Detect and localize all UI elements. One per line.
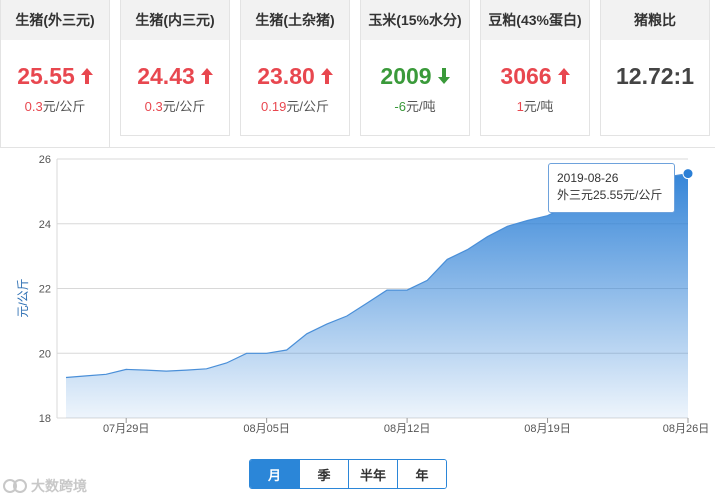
card-pig-inner[interactable]: 生猪(内三元) 24.43 0.3元/公斤 — [120, 0, 230, 136]
card-title: 生猪(外三元) — [1, 0, 109, 40]
y-tick-label: 18 — [39, 413, 51, 425]
period-selector: 月 季 半年 年 — [249, 459, 447, 489]
card-price: 23.80 — [257, 62, 315, 89]
card-price-row: 2009 — [361, 62, 469, 90]
card-change: 0.3元/公斤 — [121, 96, 229, 115]
period-year-button[interactable]: 年 — [397, 460, 446, 488]
change-value: 0.19 — [261, 99, 287, 114]
price-cards: 生猪(外三元) 25.55 0.3元/公斤 生猪(内三元) 24.43 0.3元… — [0, 0, 715, 148]
arrow-up-icon — [200, 68, 213, 84]
change-unit: 元/公斤 — [286, 99, 329, 114]
series-markers[interactable] — [682, 168, 694, 180]
card-price-row: 3066 — [481, 62, 589, 90]
watermark: 大数跨境 — [2, 476, 87, 496]
x-tick-label: 08月05日 — [243, 423, 289, 435]
change-unit: 元/公斤 — [42, 99, 86, 114]
card-title: 豆粕(43%蛋白) — [481, 0, 589, 40]
y-tick-label: 20 — [39, 348, 51, 360]
x-axis-ticks: 07月29日 08月05日 08月12日 08月19日 08月26日 — [103, 418, 709, 435]
card-corn[interactable]: 玉米(15%水分) 2009 -6元/吨 — [360, 0, 470, 136]
card-title: 玉米(15%水分) — [361, 0, 469, 40]
card-price-row: 12.72:1 — [601, 62, 709, 90]
card-price: 24.43 — [137, 62, 195, 89]
card-price: 3066 — [500, 62, 552, 89]
card-pig-outer[interactable]: 生猪(外三元) 25.55 0.3元/公斤 — [0, 0, 110, 148]
arrow-down-icon — [437, 68, 450, 84]
card-soymeal[interactable]: 豆粕(43%蛋白) 3066 1元/吨 — [480, 0, 590, 136]
card-title: 生猪(土杂猪) — [241, 0, 349, 40]
change-unit: 元/吨 — [523, 99, 554, 114]
card-price: 25.55 — [17, 62, 75, 89]
change-value: -6 — [394, 99, 406, 114]
card-change: 1元/吨 — [481, 96, 589, 115]
card-price: 12.72:1 — [615, 62, 694, 89]
period-month-button[interactable]: 月 — [250, 460, 299, 488]
y-axis-label: 元/公斤 — [16, 278, 30, 317]
x-tick-label: 08月19日 — [524, 423, 570, 435]
change-value: 0.3 — [144, 99, 163, 114]
change-unit: 元/吨 — [405, 99, 436, 114]
watermark-logo-icon — [2, 478, 28, 494]
y-tick-label: 24 — [39, 219, 51, 231]
y-tick-label: 26 — [39, 154, 51, 166]
y-axis-ticks: 18 20 22 24 26 — [39, 154, 51, 425]
arrow-up-icon — [320, 68, 333, 84]
change-value: 0.3 — [24, 99, 43, 114]
period-quarter-button[interactable]: 季 — [299, 460, 348, 488]
x-tick-label: 07月29日 — [103, 423, 149, 435]
change-unit: 元/公斤 — [162, 99, 206, 114]
chart-tooltip: 2019-08-26 外三元25.55元/公斤 — [548, 163, 675, 213]
card-change: 0.19元/公斤 — [241, 96, 349, 115]
card-change: 0.3元/公斤 — [1, 96, 109, 115]
card-pig-grain-ratio[interactable]: 猪粮比 12.72:1 — [600, 0, 710, 136]
tooltip-value: 外三元25.55元/公斤 — [557, 188, 663, 202]
x-tick-label: 08月12日 — [384, 423, 430, 435]
arrow-up-icon — [557, 68, 570, 84]
highlight-point[interactable] — [682, 168, 694, 180]
x-tick-label: 08月26日 — [663, 423, 709, 435]
tooltip-date: 2019-08-26 — [557, 171, 619, 185]
card-title: 猪粮比 — [601, 0, 709, 40]
card-pig-mixed[interactable]: 生猪(土杂猪) 23.80 0.19元/公斤 — [240, 0, 350, 136]
card-change: -6元/吨 — [361, 96, 469, 115]
card-price-row: 24.43 — [121, 62, 229, 90]
card-price-row: 25.55 — [1, 62, 109, 90]
card-price-row: 23.80 — [241, 62, 349, 90]
period-half-year-button[interactable]: 半年 — [348, 460, 397, 488]
card-price: 2009 — [380, 62, 432, 89]
arrow-up-icon — [80, 68, 93, 84]
card-title: 生猪(内三元) — [121, 0, 229, 40]
change-value: 1 — [516, 99, 524, 114]
y-tick-label: 22 — [39, 284, 51, 296]
watermark-text: 大数跨境 — [31, 478, 87, 494]
